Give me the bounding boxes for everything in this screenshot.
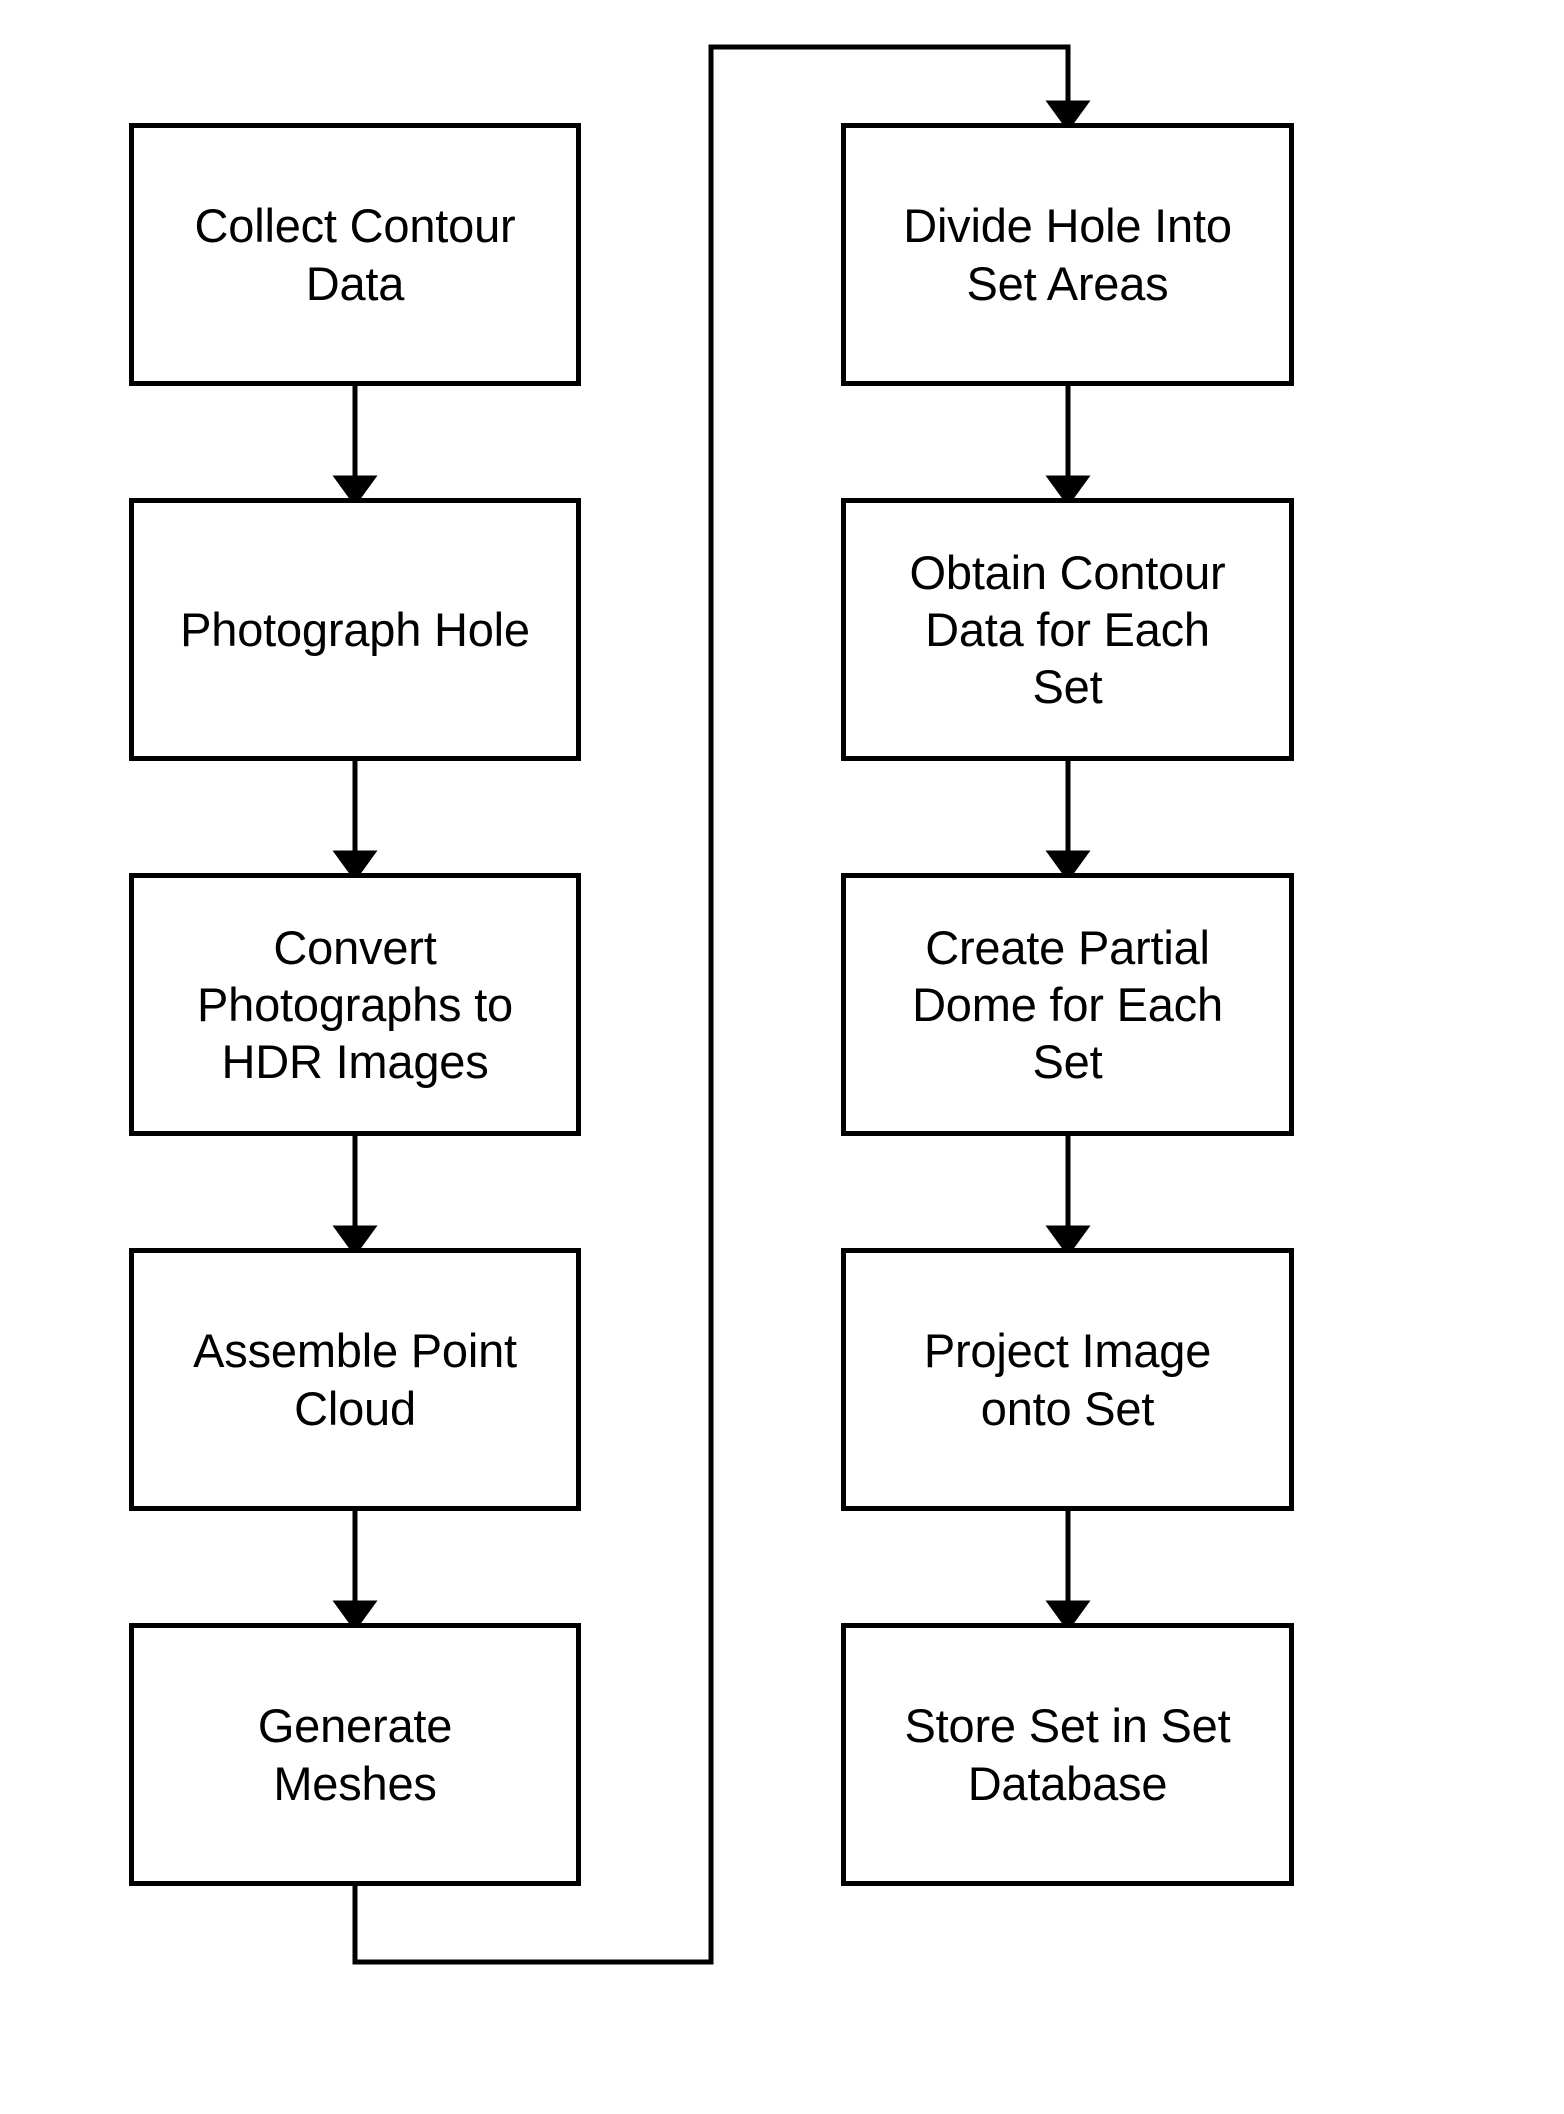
flowchart-diagram: Collect Contour Data Photograph Hole Con… [0,0,1564,2114]
node-generate-meshes[interactable]: Generate Meshes [129,1623,581,1886]
node-label-assemble-point-cloud: Assemble Point Cloud [193,1324,517,1435]
node-label-obtain-contour-data-for-each-set: Obtain Contour Data for Each Set [909,545,1226,714]
node-create-partial-dome-for-each-set[interactable]: Create Partial Dome for Each Set [841,873,1294,1136]
node-project-image-onto-set[interactable]: Project Image onto Set [841,1248,1294,1511]
node-label-generate-meshes: Generate Meshes [257,1699,453,1810]
node-assemble-point-cloud[interactable]: Assemble Point Cloud [129,1248,581,1511]
node-label-project-image-onto-set: Project Image onto Set [923,1324,1212,1435]
node-label-convert-photographs-to-hdr-images: Convert Photographs to HDR Images [197,920,513,1089]
node-divide-hole-into-set-areas[interactable]: Divide Hole Into Set Areas [841,123,1294,386]
node-label-store-set-in-set-database: Store Set in Set Database [904,1699,1231,1810]
node-label-photograph-hole: Photograph Hole [180,602,530,656]
node-convert-photographs-to-hdr-images[interactable]: Convert Photographs to HDR Images [129,873,581,1136]
node-label-divide-hole-into-set-areas: Divide Hole Into Set Areas [903,199,1232,310]
node-collect-contour-data[interactable]: Collect Contour Data [129,123,581,386]
node-label-collect-contour-data: Collect Contour Data [194,199,516,310]
node-photograph-hole[interactable]: Photograph Hole [129,498,581,761]
node-label-create-partial-dome-for-each-set: Create Partial Dome for Each Set [912,920,1223,1089]
node-store-set-in-set-database[interactable]: Store Set in Set Database [841,1623,1294,1886]
node-obtain-contour-data-for-each-set[interactable]: Obtain Contour Data for Each Set [841,498,1294,761]
